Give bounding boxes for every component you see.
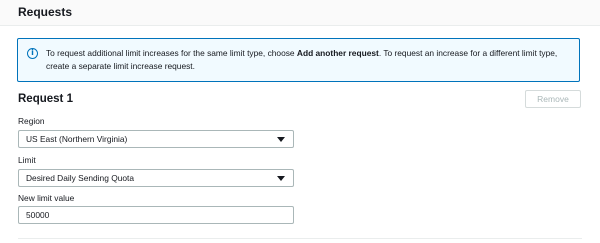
panel-header: Requests <box>0 0 600 26</box>
limit-select-value: Desired Daily Sending Quota <box>26 173 135 183</box>
panel-title: Requests <box>18 5 73 19</box>
info-icon: i <box>27 48 38 59</box>
info-text: To request additional limit increases fo… <box>46 47 574 73</box>
region-select[interactable]: US East (Northern Virginia) <box>18 130 294 148</box>
info-text-bold: Add another request <box>296 48 379 58</box>
limit-label: Limit <box>18 155 36 165</box>
region-select-value: US East (Northern Virginia) <box>26 134 128 144</box>
remove-button[interactable]: Remove <box>525 90 581 108</box>
info-alert: i To request additional limit increases … <box>17 38 580 82</box>
new-limit-input[interactable] <box>18 206 294 224</box>
request-title: Request 1 <box>18 93 73 105</box>
info-text-part-1: To request additional limit increases fo… <box>46 48 297 58</box>
new-limit-label: New limit value <box>18 193 75 203</box>
limit-select[interactable]: Desired Daily Sending Quota <box>18 169 294 187</box>
region-label: Region <box>18 116 45 126</box>
divider <box>18 238 582 239</box>
caret-down-icon <box>277 137 285 142</box>
caret-down-icon <box>277 176 285 181</box>
